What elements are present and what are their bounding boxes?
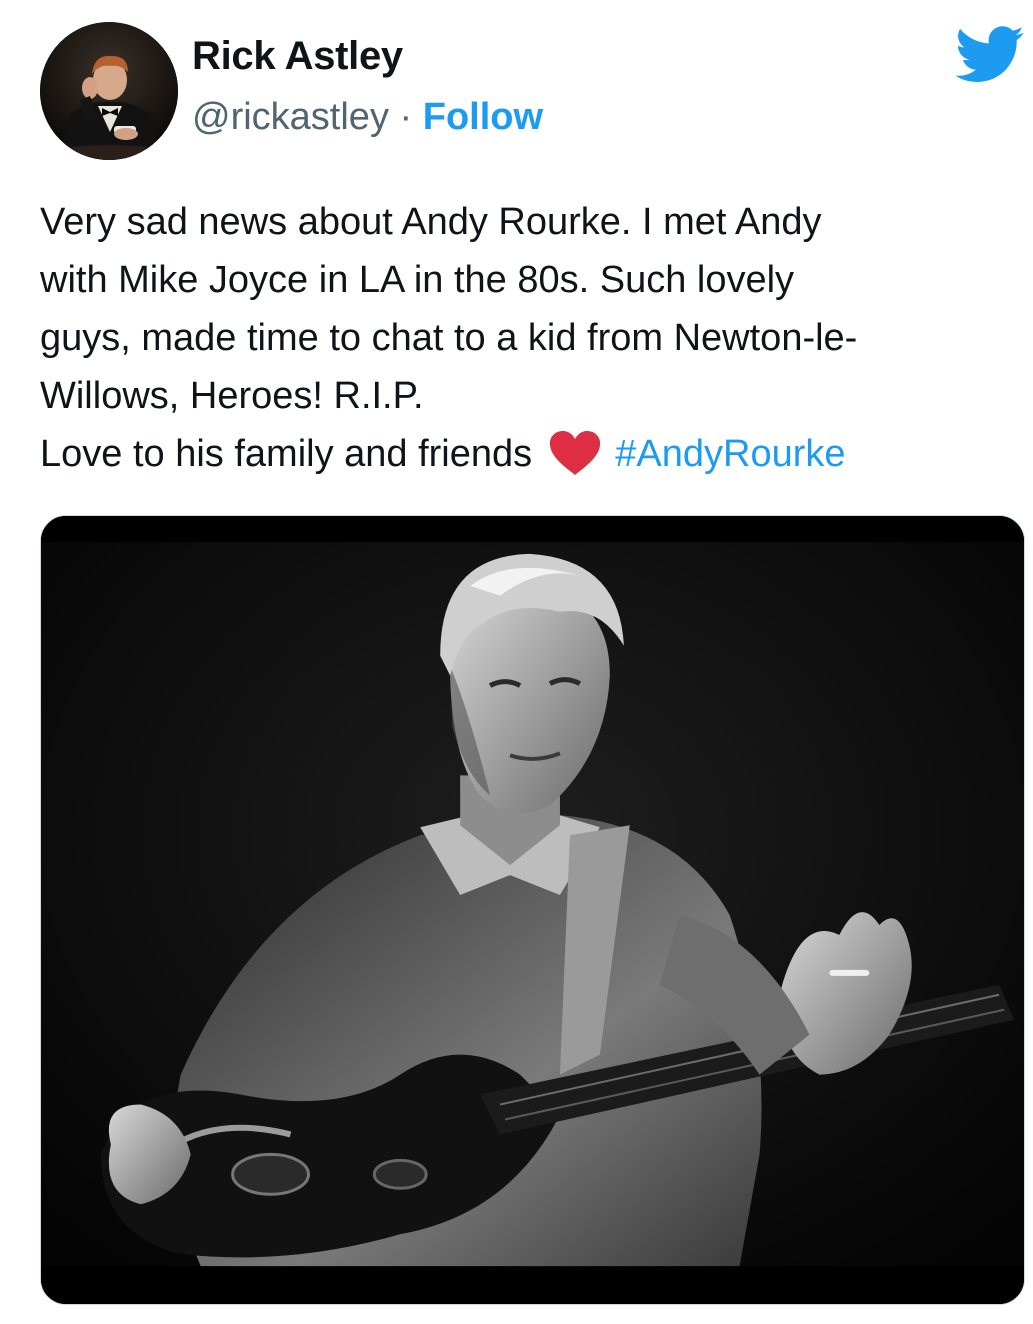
author-display-name[interactable]: Rick Astley (192, 34, 403, 79)
tweet-card: Rick Astley @rickastley · Follow Very sa… (0, 0, 1033, 1324)
follow-button[interactable]: Follow (423, 96, 543, 138)
tweet-text-last-line: Love to his family and friends #AndyRour… (40, 425, 1015, 483)
avatar-photo (40, 22, 178, 160)
author-meta-row: @rickastley · Follow (192, 96, 543, 139)
tweet-media-photo[interactable] (40, 515, 1025, 1305)
bassist-photo (41, 516, 1024, 1304)
tweet-text-line: Willows, Heroes! R.I.P. (40, 375, 424, 417)
red-heart-emoji-icon (547, 429, 603, 477)
tweet-text: Very sad news about Andy Rourke. I met A… (40, 193, 1015, 483)
tweet-text-line: Very sad news about Andy Rourke. I met A… (40, 201, 822, 243)
twitter-bird-glyph (955, 26, 1024, 82)
meta-separator: · (388, 96, 423, 138)
tweet-text-line: guys, made time to chat to a kid from Ne… (40, 317, 858, 359)
hashtag-link[interactable]: #AndyRourke (615, 433, 845, 475)
author-handle[interactable]: @rickastley (192, 96, 389, 138)
tweet-text-line: with Mike Joyce in LA in the 80s. Such l… (40, 259, 795, 301)
author-avatar[interactable] (40, 22, 178, 160)
twitter-bird-icon[interactable] (955, 26, 1025, 84)
tweet-text-closing: Love to his family and friends (40, 433, 533, 475)
